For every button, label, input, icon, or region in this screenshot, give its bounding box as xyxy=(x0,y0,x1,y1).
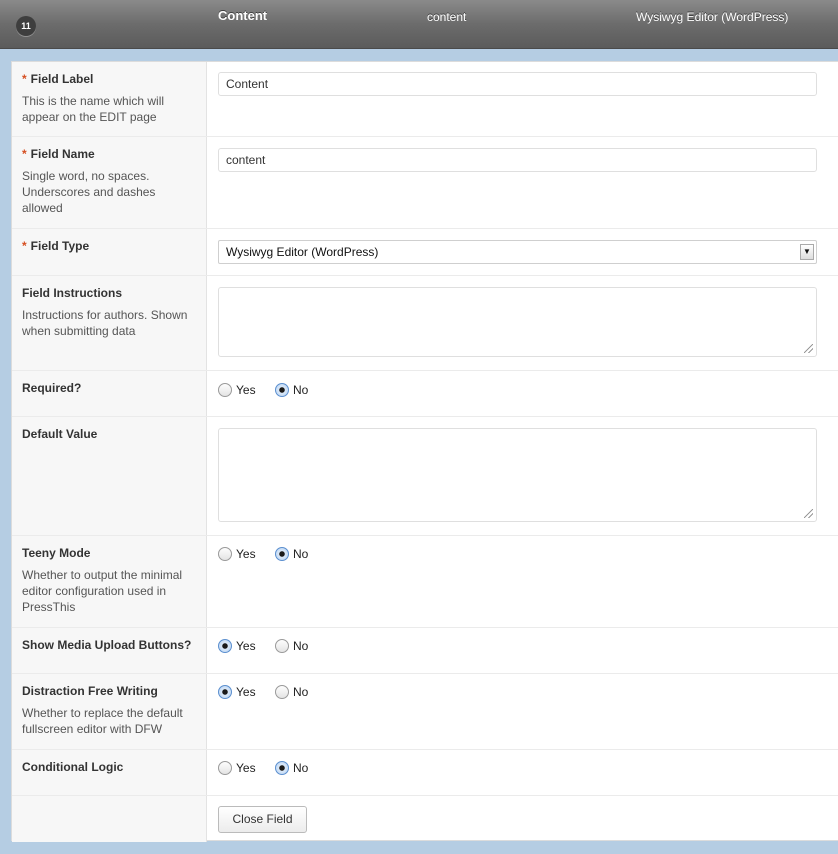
row-field-instructions: Field Instructions Instructions for auth… xyxy=(12,276,838,371)
row-footer: Close Field xyxy=(12,796,838,842)
field-type-selected: Wysiwyg Editor (WordPress) xyxy=(226,245,379,259)
field-order-badge: 11 xyxy=(16,16,36,36)
field-label-description: This is the name which will appear on th… xyxy=(22,94,165,124)
label-cell: Field Instructions Instructions for auth… xyxy=(12,276,207,370)
row-field-name: * Field Name Single word, no spaces. Unde… xyxy=(12,137,838,229)
default-value-title: Default Value xyxy=(22,427,98,441)
field-instructions-textarea[interactable] xyxy=(218,287,817,357)
field-header-label[interactable]: Content xyxy=(218,8,267,23)
row-media-upload: Show Media Upload Buttons? Yes No xyxy=(12,628,838,674)
teeny-mode-title: Teeny Mode xyxy=(22,546,91,560)
distraction-free-title: Distraction Free Writing xyxy=(22,684,158,698)
field-name-description: Single word, no spaces. Underscores and … xyxy=(22,169,156,215)
label-cell: Distraction Free Writing Whether to repl… xyxy=(12,674,207,749)
close-field-button[interactable]: Close Field xyxy=(218,806,307,833)
row-distraction-free: Distraction Free Writing Whether to repl… xyxy=(12,674,838,750)
label-cell: Conditional Logic xyxy=(12,750,207,795)
radio-button-checked-icon[interactable] xyxy=(218,639,232,653)
chevron-down-icon[interactable]: ▼ xyxy=(800,244,814,260)
label-cell xyxy=(12,796,207,842)
field-settings-panel: * Field Label This is the name which will… xyxy=(11,61,838,842)
radio-button-icon[interactable] xyxy=(275,685,289,699)
field-label-title: * Field Label xyxy=(22,72,94,86)
radio-button-icon[interactable] xyxy=(218,761,232,775)
row-field-label: * Field Label This is the name which will… xyxy=(12,62,838,137)
label-cell: * Field Type xyxy=(12,229,207,275)
row-default-value: Default Value xyxy=(12,417,838,536)
field-instructions-description: Instructions for authors. Shown when sub… xyxy=(22,308,188,338)
label-cell: Default Value xyxy=(12,417,207,535)
row-field-type: * Field Type Wysiwyg Editor (WordPress) ▼ xyxy=(12,229,838,276)
field-header[interactable]: 11 Content content Wysiwyg Editor (WordP… xyxy=(0,0,838,49)
required-title: Required? xyxy=(22,381,82,395)
field-name-title: * Field Name xyxy=(22,147,95,161)
row-teeny-mode: Teeny Mode Whether to output the minimal… xyxy=(12,536,838,628)
label-cell: * Field Name Single word, no spaces. Unde… xyxy=(12,137,207,228)
label-cell: * Field Label This is the name which will… xyxy=(12,62,207,136)
row-required: Required? Yes No xyxy=(12,371,838,417)
field-type-title: * Field Type xyxy=(22,239,90,253)
required-asterisk: * xyxy=(22,72,27,86)
radio-button-checked-icon[interactable] xyxy=(275,383,289,397)
row-conditional-logic: Conditional Logic Yes No xyxy=(12,750,838,796)
distraction-free-description: Whether to replace the default fullscree… xyxy=(22,706,183,736)
field-name-input[interactable]: content xyxy=(218,148,817,172)
media-upload-title: Show Media Upload Buttons? xyxy=(22,638,192,652)
radio-button-checked-icon[interactable] xyxy=(275,761,289,775)
default-value-textarea[interactable] xyxy=(218,428,817,522)
radio-button-icon[interactable] xyxy=(218,383,232,397)
radio-button-icon[interactable] xyxy=(275,639,289,653)
field-header-name: content xyxy=(427,10,467,24)
teeny-mode-description: Whether to output the minimal editor con… xyxy=(22,568,183,614)
radio-button-checked-icon[interactable] xyxy=(275,547,289,561)
label-cell: Show Media Upload Buttons? xyxy=(12,628,207,673)
label-cell: Required? xyxy=(12,371,207,416)
field-label-input[interactable]: Content xyxy=(218,72,817,96)
resize-grip-icon[interactable] xyxy=(804,509,813,518)
field-instructions-title: Field Instructions xyxy=(22,286,123,300)
field-type-select[interactable]: Wysiwyg Editor (WordPress) ▼ xyxy=(218,240,817,264)
required-asterisk: * xyxy=(22,239,27,253)
radio-button-checked-icon[interactable] xyxy=(218,685,232,699)
label-cell: Teeny Mode Whether to output the minimal… xyxy=(12,536,207,627)
field-header-type: Wysiwyg Editor (WordPress) xyxy=(636,10,789,24)
required-asterisk: * xyxy=(22,147,27,161)
resize-grip-icon[interactable] xyxy=(804,344,813,353)
conditional-logic-title: Conditional Logic xyxy=(22,760,124,774)
radio-button-icon[interactable] xyxy=(218,547,232,561)
